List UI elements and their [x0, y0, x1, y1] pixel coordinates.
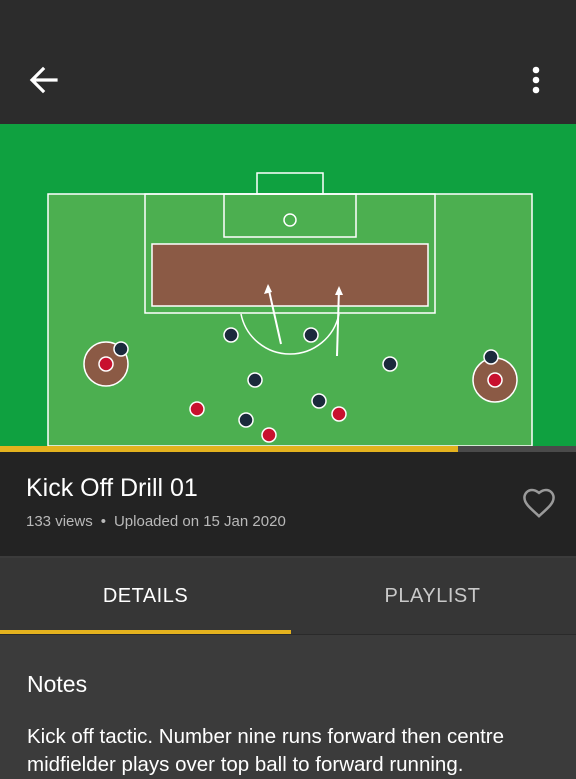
meta-separator: •	[100, 513, 106, 530]
player-red	[98, 356, 114, 372]
player-dark	[113, 341, 129, 357]
tab-playlist[interactable]: PLAYLIST	[289, 558, 576, 634]
player-dark	[247, 372, 263, 388]
pitch-half	[47, 193, 533, 447]
player-red	[189, 401, 205, 417]
tab-bar: DETAILS PLAYLIST	[0, 558, 576, 634]
player-dark	[238, 412, 254, 428]
tab-details[interactable]: DETAILS	[0, 558, 291, 634]
video-title: Kick Off Drill 01	[26, 474, 198, 502]
player-dark	[303, 327, 319, 343]
target-zone	[151, 243, 429, 307]
more-options-button[interactable]	[520, 62, 552, 98]
app-bar	[0, 0, 576, 124]
details-panel: Notes Kick off tactic. Number nine runs …	[0, 634, 576, 776]
video-info: Kick Off Drill 01 133 views • Uploaded on …	[0, 452, 576, 556]
more-vertical-icon	[532, 66, 540, 94]
back-button[interactable]	[26, 62, 62, 98]
view-count: 133 views	[26, 513, 93, 530]
player-dark	[311, 393, 327, 409]
notes-heading: Notes	[27, 671, 88, 697]
arrow-left-icon	[29, 66, 58, 94]
player-dark	[483, 349, 499, 365]
tactic-board	[0, 124, 576, 447]
video-meta: 133 views • Uploaded on 15 Jan 2020	[26, 512, 286, 532]
player-dark	[382, 356, 398, 372]
player-red	[261, 427, 277, 443]
heart-outline-icon	[523, 488, 555, 518]
favorite-button[interactable]	[520, 484, 558, 522]
player-red	[487, 372, 503, 388]
notes-text: Kick off tactic. Number nine runs forwar…	[27, 725, 505, 776]
video-player[interactable]	[0, 124, 576, 447]
upload-date: Uploaded on 15 Jan 2020	[113, 513, 286, 530]
player-dark	[223, 327, 239, 343]
player-red	[331, 406, 347, 422]
